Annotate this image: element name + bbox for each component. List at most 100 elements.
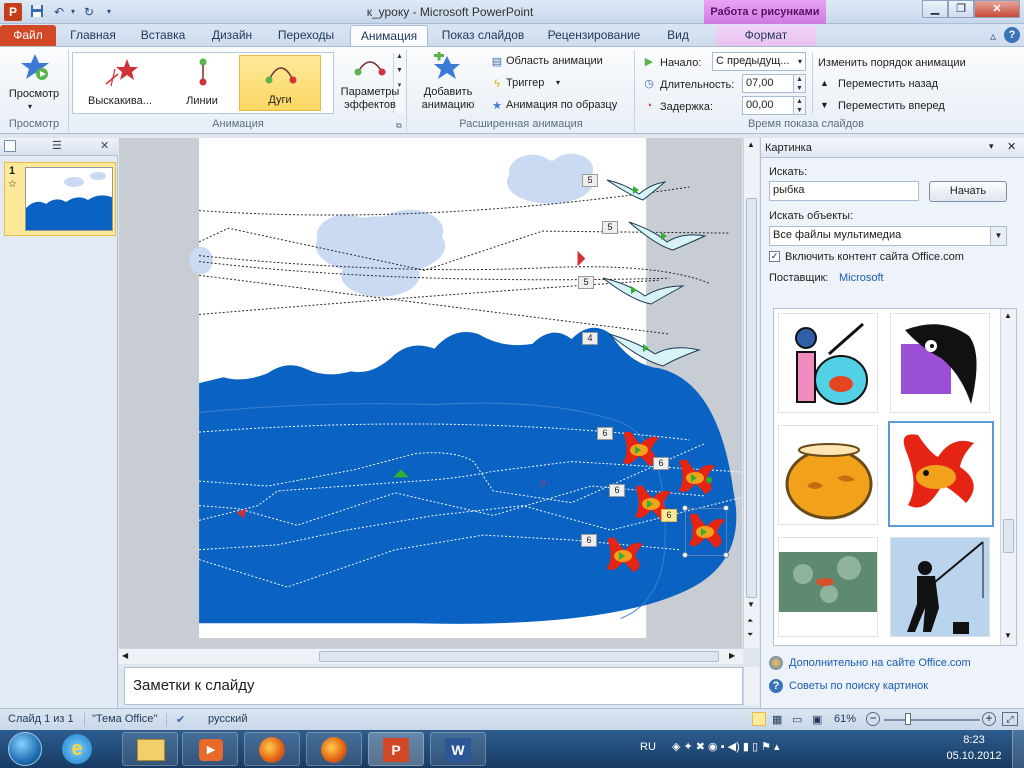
clip-result-item[interactable] (890, 313, 990, 413)
scroll-left-icon[interactable]: ◀ (122, 651, 128, 660)
fit-to-window-icon[interactable]: ⤢ (1002, 712, 1018, 726)
animation-order-tag[interactable]: 4 (582, 332, 598, 345)
previous-slide-icon[interactable]: ⏶ (747, 616, 753, 626)
effect-options-button[interactable]: Параметры эффектов (338, 52, 402, 116)
zoom-out-icon[interactable]: − (866, 712, 880, 726)
close-button[interactable]: ✕ (974, 0, 1020, 18)
clip-result-item[interactable] (890, 537, 990, 637)
tab-design[interactable]: Дизайн (200, 25, 264, 46)
maximize-button[interactable]: ❐ (948, 0, 974, 18)
slide-sorter-view-icon[interactable]: ▦ (772, 713, 782, 726)
animation-painter-button[interactable]: ★ Анимация по образцу (490, 98, 630, 114)
go-button[interactable]: Начать (929, 181, 1007, 202)
show-desktop-button[interactable] (1012, 730, 1024, 768)
preview-button[interactable]: Просмотр ▾ (6, 52, 62, 116)
zoom-level[interactable]: 61% (834, 713, 856, 725)
taskbar-media-player-button[interactable]: ▶ (182, 732, 238, 766)
gallery-item-pop-up[interactable]: Выскакива... (79, 55, 161, 111)
clip-result-item-selected[interactable] (888, 421, 994, 527)
tab-file[interactable]: Файл (0, 25, 56, 46)
scroll-right-icon[interactable]: ▶ (729, 651, 735, 660)
slides-tab-icon[interactable] (4, 140, 16, 152)
start-dropdown[interactable]: С предыдущ... ▾ (712, 52, 806, 71)
collapse-ribbon-icon[interactable]: ▵ (984, 27, 1002, 45)
help-icon[interactable]: ? (1004, 27, 1020, 43)
tray-icons[interactable]: ◈ ✦ ✖ ◉ ▪ ◀) ▮ ▯ ⚑ ▴ (672, 740, 780, 753)
task-pane-close-icon[interactable]: ✕ (1007, 140, 1016, 153)
seagull-image[interactable] (607, 328, 701, 372)
notes-pane[interactable]: Заметки к слайду (124, 667, 743, 705)
slide-editing-area[interactable]: 5 5 5 4 6 6 6 6 6 (119, 138, 742, 648)
start-button[interactable] (8, 732, 42, 766)
scroll-down-icon[interactable]: ▼ (747, 600, 755, 609)
resize-handle[interactable] (723, 505, 729, 511)
zoom-slider-thumb[interactable] (905, 713, 911, 725)
include-office-checkbox[interactable]: ✓ (769, 251, 780, 262)
slide-canvas[interactable] (123, 138, 742, 638)
close-panel-icon[interactable]: ✕ (100, 139, 109, 152)
taskbar-firefox-button[interactable] (244, 732, 300, 766)
vertical-scroll-thumb[interactable] (746, 198, 757, 598)
tab-transitions[interactable]: Переходы (268, 25, 344, 46)
tab-home[interactable]: Главная (62, 25, 124, 46)
repeat-icon[interactable]: ↻ (80, 3, 98, 21)
duration-spinner[interactable]: ▲ ▼ (794, 74, 806, 93)
language-status[interactable]: русский (208, 713, 247, 725)
clip-result-item[interactable] (778, 537, 878, 637)
clip-search-input[interactable]: рыбка (769, 181, 919, 201)
minimize-button[interactable]: ▁ (922, 0, 948, 18)
seagull-image[interactable] (627, 216, 707, 260)
selection-box[interactable] (685, 508, 727, 556)
animation-pane-button[interactable]: ▤ Область анимации (490, 54, 630, 70)
tab-slide-show[interactable]: Показ слайдов (434, 25, 532, 46)
tab-insert[interactable]: Вставка (130, 25, 196, 46)
clip-scroll-thumb[interactable] (1003, 519, 1014, 553)
animation-order-tag[interactable]: 5 (582, 174, 598, 187)
tab-review[interactable]: Рецензирование (538, 25, 650, 46)
results-type-dropdown[interactable]: Все файлы мультимедиа ▼ (769, 226, 1007, 246)
animation-dialog-launcher-icon[interactable]: ⧉ (396, 121, 402, 131)
tab-format[interactable]: Формат (716, 25, 816, 46)
delay-input[interactable]: 00,00 (742, 96, 794, 115)
move-earlier-button[interactable]: ▲ Переместить назад (820, 76, 970, 92)
goldfish-image[interactable] (675, 456, 719, 502)
notes-scrollbar[interactable] (743, 667, 759, 705)
move-later-button[interactable]: ▼ Переместить вперед (820, 98, 970, 114)
add-animation-button[interactable]: Добавить анимацию (412, 52, 484, 116)
gallery-item-lines[interactable]: Линии (161, 55, 243, 111)
provider-link[interactable]: Microsoft (839, 272, 884, 284)
clock-time[interactable]: 8:23 (944, 734, 1004, 746)
zoom-slider-track[interactable] (884, 719, 980, 721)
goldfish-image[interactable] (603, 534, 647, 580)
taskbar-powerpoint-button[interactable]: P (368, 732, 424, 766)
duration-input[interactable]: 07,00 (742, 74, 794, 93)
more-on-office-link[interactable]: Дополнительно на сайте Office.com (789, 657, 971, 669)
horizontal-scrollbar[interactable]: ◀ ▶ (119, 648, 743, 664)
task-pane-options-icon[interactable]: ▾ (989, 141, 994, 152)
save-icon[interactable] (28, 3, 46, 21)
powerpoint-app-icon[interactable]: P (4, 3, 22, 21)
clip-result-item[interactable] (778, 425, 878, 525)
animation-order-tag[interactable]: 6 (609, 484, 625, 497)
seagull-image[interactable] (605, 170, 667, 210)
animation-order-tag[interactable]: 6 (581, 534, 597, 547)
zoom-in-icon[interactable]: + (982, 712, 996, 726)
clip-grid-scrollbar[interactable]: ▲ ▼ (1000, 309, 1016, 645)
reading-view-icon[interactable]: ▭ (792, 713, 802, 726)
language-indicator[interactable]: RU (640, 741, 656, 753)
slide-thumbnail-item[interactable]: 1 ☆ (4, 162, 116, 236)
spellcheck-icon[interactable]: ✔ (176, 713, 185, 726)
taskbar-firefox-button[interactable] (306, 732, 362, 766)
taskbar-word-button[interactable]: W (430, 732, 486, 766)
resize-handle[interactable] (682, 552, 688, 558)
animation-order-tag[interactable]: 6 (661, 509, 677, 522)
tab-animation[interactable]: Анимация (350, 25, 428, 46)
tab-view[interactable]: Вид (656, 25, 700, 46)
vertical-scrollbar[interactable]: ▲ ▼ ⏶ ⏷ (743, 138, 759, 648)
trigger-button[interactable]: ϟ Триггер ▾ (490, 76, 630, 92)
clip-scroll-up-icon[interactable]: ▲ (1004, 311, 1012, 320)
resize-handle[interactable] (682, 505, 688, 511)
clock-date[interactable]: 05.10.2012 (940, 750, 1008, 762)
horizontal-scroll-thumb[interactable] (319, 651, 719, 662)
slide-show-view-icon[interactable]: ▣ (812, 713, 822, 726)
